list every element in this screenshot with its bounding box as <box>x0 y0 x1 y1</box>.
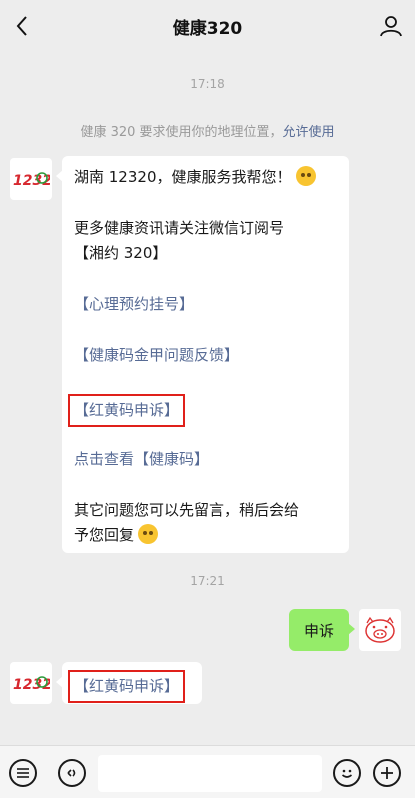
welcome-line: 湖南 12320，健康服务我帮您！ <box>74 165 339 190</box>
welcome-greeting: 湖南 12320，健康服务我帮您！ <box>74 168 292 186</box>
grin-emoji-icon <box>138 524 159 544</box>
user-avatar[interactable] <box>359 609 401 651</box>
location-notice-text: 健康 320 要求使用你的地理位置， <box>80 125 283 140</box>
voice-button[interactable] <box>58 759 86 787</box>
leave-message-line1: 其它问题您可以先留言，稍后会给 <box>74 501 300 519</box>
smile-emoji-icon <box>295 166 316 186</box>
svg-text:12320: 12320 <box>13 173 50 189</box>
bot-avatar[interactable]: 12320 <box>10 662 52 704</box>
psych-appointment-link[interactable]: 【心理预约挂号】 <box>74 292 339 317</box>
subscribe-account: 【湘约 320】 <box>74 244 168 262</box>
input-bar <box>0 745 415 798</box>
location-notice: 健康 320 要求使用你的地理位置，允许使用 <box>0 121 415 140</box>
timestamp: 17:21 <box>190 574 225 588</box>
red-yellow-code-appeal-link[interactable]: 【红黄码申诉】 <box>68 670 186 703</box>
health-code-link[interactable]: 【健康码】 <box>134 450 209 468</box>
bot-logo-icon: 12320 <box>13 172 50 189</box>
nav-bar: 健康320 <box>0 0 415 52</box>
svg-text:12320: 12320 <box>13 677 50 693</box>
message-input[interactable] <box>98 755 322 792</box>
red-yellow-code-appeal-link[interactable]: 【红黄码申诉】 <box>68 394 186 427</box>
profile-button[interactable] <box>375 10 407 42</box>
timestamp: 17:18 <box>190 77 225 91</box>
more-button[interactable] <box>373 759 401 787</box>
pig-avatar-icon <box>365 616 395 643</box>
leave-message-text: 予您回复 <box>74 526 135 544</box>
user-message-text: 申诉 <box>303 621 334 640</box>
bot-reply-bubble: 【红黄码申诉】 <box>56 662 202 704</box>
smiley-icon <box>341 769 353 778</box>
bot-logo-icon: 12320 <box>13 676 50 693</box>
user-message-bubble: 申诉 <box>289 609 355 651</box>
list-menu-icon <box>17 768 29 778</box>
chevron-left-icon <box>16 16 27 36</box>
back-button[interactable] <box>6 10 38 42</box>
plus-icon <box>381 767 393 779</box>
person-icon <box>380 16 402 37</box>
subscribe-line: 更多健康资讯请关注微信订阅号 <box>74 219 285 237</box>
welcome-message-bubble: 湖南 12320，健康服务我帮您！ 更多健康资讯请关注微信订阅号 【湘约 320… <box>56 156 349 553</box>
allow-location-link[interactable]: 允许使用 <box>283 125 335 140</box>
leave-message-line2: 予您回复 <box>74 523 339 548</box>
view-prefix[interactable]: 点击查看 <box>74 450 134 468</box>
emoji-button[interactable] <box>333 759 361 787</box>
health-code-feedback-link[interactable]: 【健康码金甲问题反馈】 <box>74 343 339 368</box>
chat-title: 健康320 <box>172 18 243 39</box>
bot-avatar[interactable]: 12320 <box>10 158 52 200</box>
menu-button[interactable] <box>9 759 37 787</box>
voice-wave-icon <box>67 769 76 777</box>
